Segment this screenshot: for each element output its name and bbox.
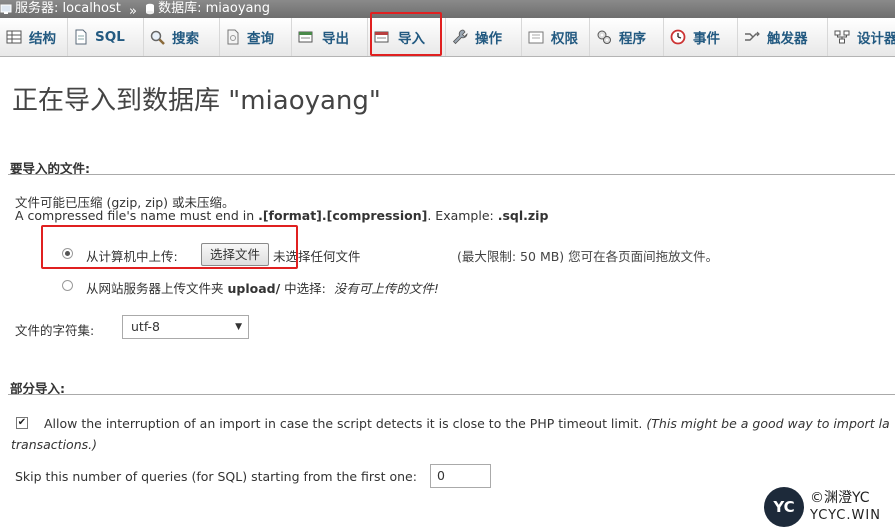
tab-sql[interactable]: SQL (68, 18, 144, 56)
section-divider (8, 394, 895, 395)
allow-interrupt-note: (This might be a good way to import la (646, 416, 890, 431)
allow-interrupt-text: Allow the interruption of an import in c… (44, 416, 643, 431)
format-note-prefix: A compressed file's name must end in (15, 208, 259, 223)
tab-label: 查询 (247, 31, 274, 47)
breadcrumb-server-label: 服务器: localhost (15, 1, 121, 16)
no-files-available-text: 没有可上传的文件! (333, 281, 439, 296)
watermark-line2: YCYC.WIN (810, 507, 881, 523)
watermark-text: ©渊澄YC YCYC.WIN (810, 490, 881, 524)
format-note-example-label: . Example: (427, 208, 498, 223)
watermark-logo: YC (764, 486, 804, 527)
breadcrumb: 服务器: localhost » 数据库: miaoyang (0, 0, 895, 18)
page-title: 正在导入到数据库 "miaoyang" (12, 86, 381, 116)
skip-queries-label: Skip this number of queries (for SQL) st… (15, 469, 417, 484)
upload-highlight-box (41, 225, 298, 269)
wrench-icon (452, 29, 468, 45)
upload-server-prefix: 从网站服务器上传文件夹 (86, 281, 224, 296)
breadcrumb-database[interactable]: 数据库: miaoyang (145, 0, 270, 18)
allow-interrupt-note-2: transactions.) (11, 437, 97, 452)
charset-value: utf-8 (131, 319, 161, 334)
skip-queries-input[interactable]: 0 (430, 464, 491, 488)
section-divider (8, 174, 895, 175)
tab-search[interactable]: 搜索 (144, 18, 220, 56)
tab-query[interactable]: 查询 (220, 18, 292, 56)
charset-label: 文件的字符集: (15, 323, 95, 338)
server-icon (0, 4, 12, 14)
tab-export[interactable]: 导出 (292, 18, 368, 56)
breadcrumb-server[interactable]: 服务器: localhost (0, 0, 121, 18)
tab-routines[interactable]: 程序 (590, 18, 664, 56)
format-note-example-value: .sql.zip (497, 208, 549, 223)
import-tab-highlight-box (370, 12, 442, 56)
allow-interrupt-note-continued: transactions.) (11, 437, 97, 452)
charset-select[interactable]: utf-8 ▼ (122, 315, 249, 339)
breadcrumb-separator: » (129, 4, 137, 18)
format-note-pattern: .[format].[compression] (258, 208, 428, 223)
watermark: YC ©渊澄YC YCYC.WIN (764, 484, 895, 529)
tab-label: 操作 (475, 31, 502, 47)
tab-triggers[interactable]: 触发器 (738, 18, 828, 56)
search-icon (150, 30, 165, 45)
chevron-down-icon: ▼ (235, 322, 242, 332)
tab-label: 事件 (693, 31, 720, 47)
breadcrumb-database-label: 数据库: miaoyang (158, 1, 270, 16)
allow-interrupt-checkbox[interactable]: ✔ (16, 417, 28, 429)
export-icon (298, 30, 315, 44)
upload-server-label: 从网站服务器上传文件夹 upload/ 中选择: 没有可上传的文件! (86, 278, 439, 297)
watermark-line1: ©渊澄YC (810, 489, 870, 506)
tab-label: 程序 (619, 31, 646, 47)
tab-label: 触发器 (767, 31, 808, 47)
tab-operations[interactable]: 操作 (446, 18, 522, 56)
designer-icon (834, 30, 850, 44)
upload-server-suffix: 中选择: (284, 281, 326, 296)
privileges-icon (528, 31, 544, 44)
tab-label: 结构 (29, 31, 56, 47)
tab-label: 搜索 (172, 31, 199, 47)
tab-label: 设计器 (857, 31, 895, 47)
sql-icon (74, 29, 88, 45)
tab-label: 权限 (551, 31, 578, 47)
allow-interrupt-label: Allow the interruption of an import in c… (44, 416, 890, 431)
upload-server-radio[interactable] (62, 280, 73, 291)
compression-format-note: A compressed file's name must end in .[f… (15, 208, 548, 223)
tab-privileges[interactable]: 权限 (522, 18, 590, 56)
tab-bar: 结构 SQL 搜索 查询 导出 导入 操作 权限 程序 事件 触发器 设计器 (0, 18, 895, 57)
upload-server-folder: upload/ (227, 281, 281, 296)
tab-label: SQL (95, 29, 125, 45)
tab-structure[interactable]: 结构 (0, 18, 68, 56)
tab-label: 导出 (322, 31, 349, 47)
routines-icon (596, 29, 612, 45)
structure-icon (6, 30, 22, 44)
events-clock-icon (670, 29, 686, 45)
query-icon (226, 29, 240, 45)
tab-events[interactable]: 事件 (664, 18, 738, 56)
tab-designer[interactable]: 设计器 (828, 18, 895, 56)
database-icon (146, 3, 155, 15)
triggers-icon (744, 30, 760, 44)
max-size-note: (最大限制: 50 MB) 您可在各页面间拖放文件。 (457, 249, 719, 264)
